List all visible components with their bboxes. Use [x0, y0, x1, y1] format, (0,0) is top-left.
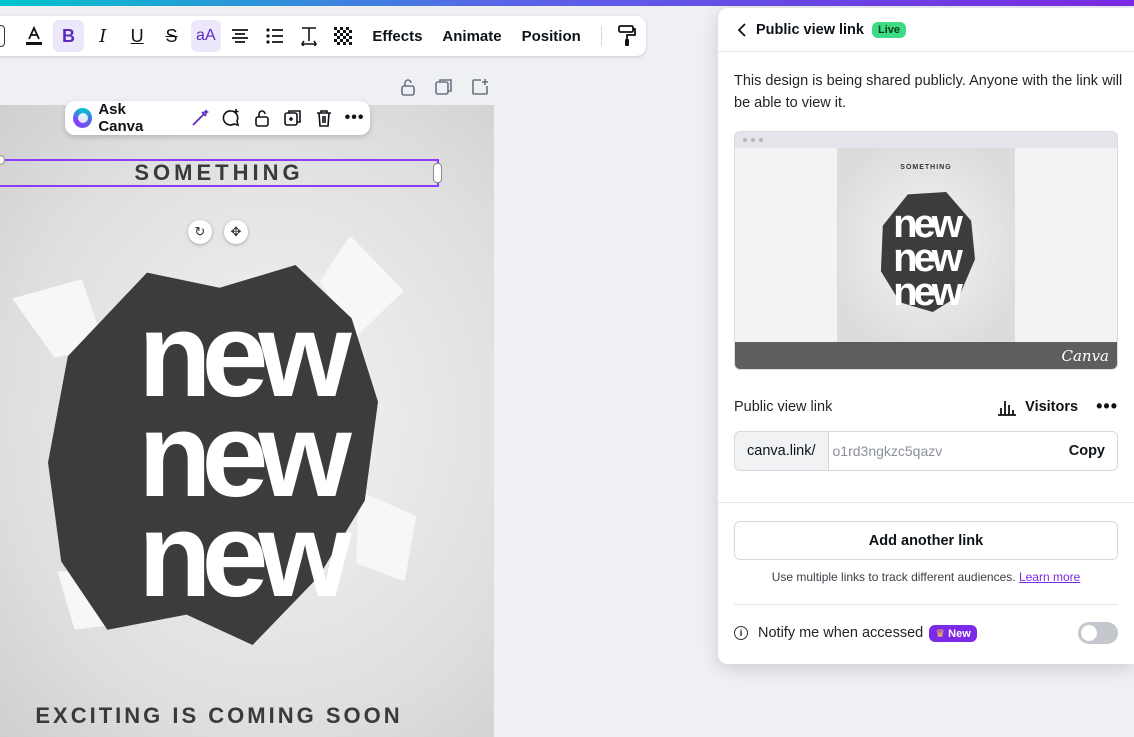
- design-footer-text[interactable]: EXCITING IS COMING SOON: [0, 703, 438, 729]
- text-toolbar: B I U S aA Effects Animate Position: [0, 16, 646, 56]
- comment-button[interactable]: [215, 104, 246, 132]
- letter-case-button[interactable]: aA: [190, 20, 222, 52]
- link-more-options-icon[interactable]: •••: [1096, 396, 1118, 417]
- helper-text: Use multiple links to track different au…: [734, 570, 1118, 584]
- section-divider: [734, 604, 1118, 605]
- panel-header: Public view link Live: [718, 8, 1134, 52]
- letter-case-icon: aA: [196, 27, 216, 44]
- italic-button[interactable]: I: [88, 20, 118, 52]
- notify-row: i Notify me when accessed ♛ New: [734, 622, 1118, 644]
- copy-link-button[interactable]: Copy: [1057, 443, 1117, 459]
- preview-footer-bar: Canva: [735, 342, 1117, 369]
- link-slug-input[interactable]: [828, 432, 1057, 470]
- public-link-field: canva.link/ Copy: [734, 431, 1118, 471]
- transparency-icon: [334, 27, 353, 45]
- notify-label: Notify me when accessed: [758, 625, 924, 641]
- duplicate-icon: [283, 110, 301, 126]
- lock-icon: [254, 110, 269, 127]
- link-header-row: Public view link Visitors •••: [734, 396, 1118, 417]
- text-color-button[interactable]: [19, 20, 49, 52]
- rotate-handle[interactable]: ↻: [188, 220, 212, 244]
- link-prefix: canva.link/: [735, 432, 829, 470]
- link-section-label: Public view link: [734, 398, 833, 415]
- move-handle[interactable]: ✥: [224, 220, 248, 244]
- lock-element-button[interactable]: [246, 104, 277, 132]
- info-icon[interactable]: i: [734, 626, 748, 640]
- top-gradient-bar: [0, 0, 1134, 6]
- helper-message: Use multiple links to track different au…: [771, 570, 1016, 584]
- effects-button[interactable]: Effects: [362, 28, 432, 45]
- section-divider: [718, 502, 1134, 503]
- more-dots-icon: •••: [344, 109, 365, 126]
- add-another-link-button[interactable]: Add another link: [734, 521, 1118, 560]
- preview-window-bar: [735, 132, 1117, 148]
- move-icon: ✥: [230, 224, 242, 239]
- comment-add-icon: [222, 109, 239, 127]
- panel-title: Public view link: [756, 21, 864, 38]
- bar-chart-icon: [998, 400, 1017, 416]
- ask-canva-button[interactable]: Ask Canva: [98, 101, 172, 135]
- duplicate-page-button[interactable]: [433, 76, 455, 98]
- notify-toggle[interactable]: [1078, 622, 1118, 644]
- text-spacing-icon: [300, 27, 317, 46]
- alignment-button[interactable]: [225, 20, 255, 52]
- rotate-icon: ↻: [194, 224, 206, 239]
- learn-more-link[interactable]: Learn more: [1019, 570, 1080, 584]
- ask-canva-icon: [73, 108, 93, 128]
- trash-icon: [316, 110, 331, 127]
- position-button[interactable]: Position: [512, 28, 591, 45]
- duplicate-icon: [435, 79, 452, 95]
- back-button[interactable]: [734, 22, 750, 38]
- lock-page-button[interactable]: [397, 76, 419, 98]
- preview-thumbnail: SOMETHING new new new: [837, 148, 1015, 344]
- bold-button[interactable]: B: [53, 20, 84, 52]
- transparency-button[interactable]: [328, 20, 358, 52]
- spacing-button[interactable]: [294, 20, 324, 52]
- underline-button[interactable]: U: [122, 20, 152, 52]
- canva-logo: Canva: [1061, 346, 1110, 365]
- copy-style-button[interactable]: [612, 20, 642, 52]
- underline-icon: U: [130, 25, 144, 46]
- add-page-button[interactable]: [469, 76, 491, 98]
- lock-icon: [401, 79, 415, 96]
- preview-title-text: SOMETHING: [900, 164, 952, 171]
- delete-element-button[interactable]: [308, 104, 339, 132]
- toolbar-divider: [600, 26, 602, 46]
- align-center-icon: [232, 29, 249, 43]
- text-color-icon: [26, 26, 43, 45]
- share-description: This design is being shared publicly. An…: [734, 73, 1123, 111]
- new-badge-label: New: [948, 627, 971, 640]
- bullet-list-icon: [265, 28, 283, 44]
- public-link-panel: Public view link Live This design is bei…: [718, 8, 1134, 664]
- design-page[interactable]: new new new SOMETHING EXCITING IS COMING…: [0, 105, 494, 737]
- font-size-field[interactable]: [0, 25, 5, 47]
- more-options-button[interactable]: •••: [339, 104, 370, 132]
- animate-button[interactable]: Animate: [432, 28, 511, 45]
- strikethrough-button[interactable]: S: [156, 20, 186, 52]
- crown-icon: ♛: [935, 627, 946, 640]
- new-feature-badge: ♛ New: [929, 624, 977, 642]
- element-context-bar: Ask Canva •••: [65, 101, 370, 135]
- preview-word-line-3: new: [893, 270, 963, 314]
- strikethrough-icon: S: [165, 25, 178, 46]
- live-status-badge: Live: [871, 21, 906, 38]
- paint-roller-icon: [618, 25, 636, 46]
- italic-icon: I: [99, 25, 107, 47]
- big-word-line-3: new: [138, 488, 351, 622]
- visitors-button[interactable]: Visitors: [997, 398, 1078, 416]
- visitors-label: Visitors: [1025, 398, 1079, 415]
- selection-outline: [0, 159, 439, 187]
- add-page-icon: [472, 79, 488, 95]
- bold-icon: B: [61, 25, 75, 46]
- list-button[interactable]: [259, 20, 289, 52]
- selection-resize-handle[interactable]: [433, 163, 442, 183]
- magic-pen-icon: [192, 109, 209, 126]
- chevron-left-icon: [737, 22, 746, 37]
- magic-write-button[interactable]: [184, 104, 215, 132]
- duplicate-element-button[interactable]: [277, 104, 308, 132]
- link-preview: SOMETHING new new new Canva: [734, 131, 1118, 370]
